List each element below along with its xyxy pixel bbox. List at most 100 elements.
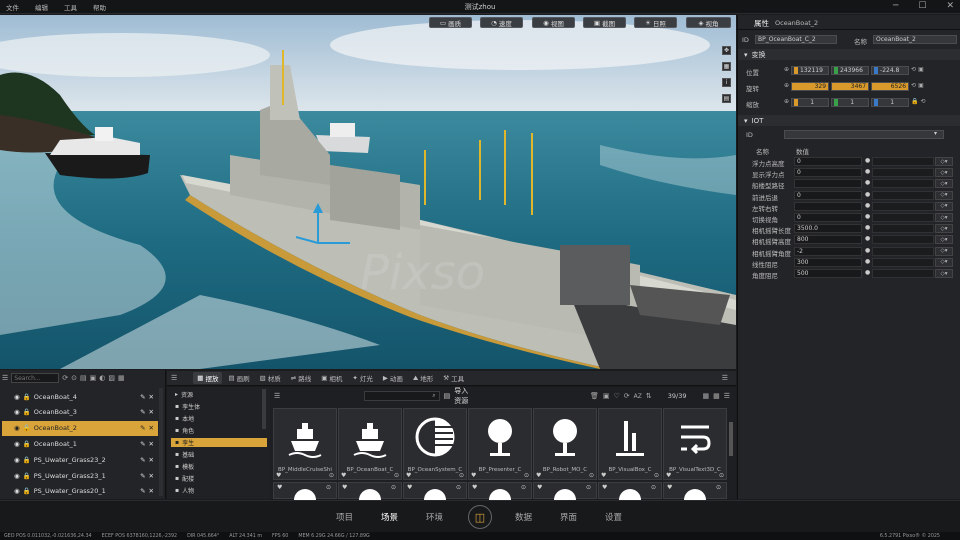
lock-icon[interactable]: 🔒 [23,408,31,416]
iot-row-dropdown[interactable]: ◇▾ [935,246,953,256]
iot-row-dropdown[interactable]: ◇▾ [935,269,953,278]
outline-item[interactable]: ◉ 🔒 PS_Uwater_Grass23_1 ✎ ✕ [2,468,158,483]
tree-item[interactable]: ▪ 基础 [171,450,267,459]
info-tool-icon[interactable]: ⅰ [722,78,731,87]
edit-icon[interactable]: ✎ [140,393,145,401]
iot-row-slot[interactable] [872,157,934,166]
target-icon[interactable]: ⊙ [654,472,659,480]
iot-row-value[interactable]: 300 [794,257,862,267]
asset-card[interactable]: ♥ ⊙ [273,482,337,500]
iot-row-slot[interactable] [872,269,934,278]
eye-icon[interactable]: ◉ [14,456,20,464]
iot-row-value[interactable] [794,179,862,189]
asset-card[interactable]: BP_OceanBoat_C [338,408,402,480]
copy-icon[interactable]: ▣ [918,82,924,91]
name-field[interactable]: OceanBoat_2 [873,35,957,44]
delete-icon[interactable]: ✕ [149,440,154,448]
asset-card[interactable]: ♥ ⊙ [338,482,402,500]
sunlight-button[interactable]: ☀ 日照 [634,17,677,28]
filter-icon[interactable]: ⇅ [646,392,652,400]
tab-terrain[interactable]: ⛰ 地形 [409,372,437,384]
list-view-icon[interactable]: ☰ [722,374,728,382]
tree-item[interactable]: ▪ 人物 [171,486,267,495]
close-icon[interactable]: ✕ [946,1,954,11]
iot-row-dropdown[interactable]: ◇▾ [935,235,953,245]
iot-row-value[interactable]: 3500.0 [794,224,862,234]
heart-icon[interactable]: ♥ [276,472,281,480]
heart-icon[interactable]: ♥ [406,472,411,480]
asset-card[interactable]: BP_OceanSystem_C [403,408,467,480]
tree-item[interactable]: ▪ 模板 [171,462,267,471]
heart-icon[interactable]: ♥ [537,484,542,491]
favorite-icon[interactable]: ♡ [613,392,619,400]
copy-icon[interactable]: ▣ [918,66,924,75]
target-icon[interactable]: ⊙ [651,484,656,491]
iot-row-value[interactable]: 0 [794,157,862,166]
nav-scene[interactable]: 场景 [381,511,398,523]
rotation-y[interactable]: 3467 [831,82,870,91]
asset-card[interactable]: BP_VisualBox_C [598,408,662,480]
target-icon[interactable]: ⊙ [456,484,461,491]
position-x[interactable]: 132119 [791,66,830,75]
maximize-icon[interactable]: ☐ [918,1,926,11]
transform-section[interactable]: ▾ 变换 [738,49,960,60]
tab-brush[interactable]: ▤ 画刷 [224,372,253,384]
delete-icon[interactable]: ✕ [149,456,154,464]
delete-icon[interactable]: 🗑 [590,392,599,400]
target-icon[interactable]: ⊙ [589,472,594,480]
grid-tool-icon[interactable]: ▤ [722,94,731,103]
lock-icon[interactable]: ⊕ [784,66,789,75]
tree-scrollbar[interactable] [262,389,266,429]
target-icon[interactable]: ⊙ [329,472,334,480]
position-z[interactable]: -224.8 [871,66,910,75]
heart-icon[interactable]: ♥ [342,484,347,491]
outline-item[interactable]: ◉ 🔒 PS_Uwater_Grass20_1 ✎ ✕ [2,484,158,499]
target-icon[interactable]: ⊙ [459,472,464,480]
delete-icon[interactable]: ✕ [149,408,154,416]
scale-x[interactable]: 1 [791,98,830,107]
edit-icon[interactable]: ✎ [140,456,145,464]
eye-icon[interactable]: ◉ [14,487,20,495]
grid-icon[interactable]: ▦ [118,374,125,382]
outline-item[interactable]: ◉ 🔒 OceanBoat_4 ✎ ✕ [2,389,158,404]
import-assets-button[interactable]: 导入资源 [454,386,474,406]
asset-card[interactable]: BP_Robot_MO_C [533,408,597,480]
nav-project[interactable]: 项目 [336,511,353,523]
refresh-icon[interactable]: ⟳ [62,374,68,382]
copy-icon[interactable]: ▣ [603,392,610,400]
reset-icon[interactable]: ⟲ [911,66,916,75]
tree-item[interactable]: ▪ 孪生体 [171,402,267,411]
lock-icon[interactable]: ⊕ [784,82,789,91]
tab-animation[interactable]: ▶ 动画 [379,372,407,384]
speed-button[interactable]: ◔ 速度 [480,17,523,28]
iot-row-slot[interactable] [872,201,934,211]
outline-search-input[interactable] [11,373,60,383]
target-icon[interactable]: ⊙ [521,484,526,491]
delete-icon[interactable]: ✕ [149,424,154,432]
edit-icon[interactable]: ✎ [140,487,145,495]
tab-place[interactable]: ▦ 摆放 [193,372,223,384]
light-icon[interactable]: ◐ [99,374,105,382]
target-icon[interactable]: ⊙ [524,472,529,480]
iot-row-dropdown[interactable]: ◇▾ [935,201,953,211]
id-field[interactable]: BP_OceanBoat_C_2 [755,35,837,44]
nav-data[interactable]: 数据 [515,511,532,523]
heart-icon[interactable]: ♥ [472,484,477,491]
iot-section[interactable]: ▾ IOT [738,115,960,126]
iot-row-slot[interactable] [872,168,934,178]
target-icon[interactable]: ⊙ [394,472,399,480]
iot-row-value[interactable]: 0 [794,168,862,178]
heart-icon[interactable]: ♥ [341,472,346,480]
edit-icon[interactable]: ✎ [140,408,145,416]
lock-icon[interactable]: 🔒 [23,456,31,464]
perspective-button[interactable]: ◈ 视角 [686,17,731,28]
scale-y[interactable]: 1 [831,98,870,107]
iot-row-slot[interactable] [872,190,934,200]
iot-row-dropdown[interactable]: ◇▾ [935,213,953,222]
outline-scrollbar[interactable] [159,388,163,496]
heart-icon[interactable]: ♥ [601,472,606,480]
edit-icon[interactable]: ✎ [140,440,145,448]
reset-icon[interactable]: ⟲ [921,98,926,107]
eye-icon[interactable]: ◉ [14,472,20,480]
scale-z[interactable]: 1 [871,98,910,107]
